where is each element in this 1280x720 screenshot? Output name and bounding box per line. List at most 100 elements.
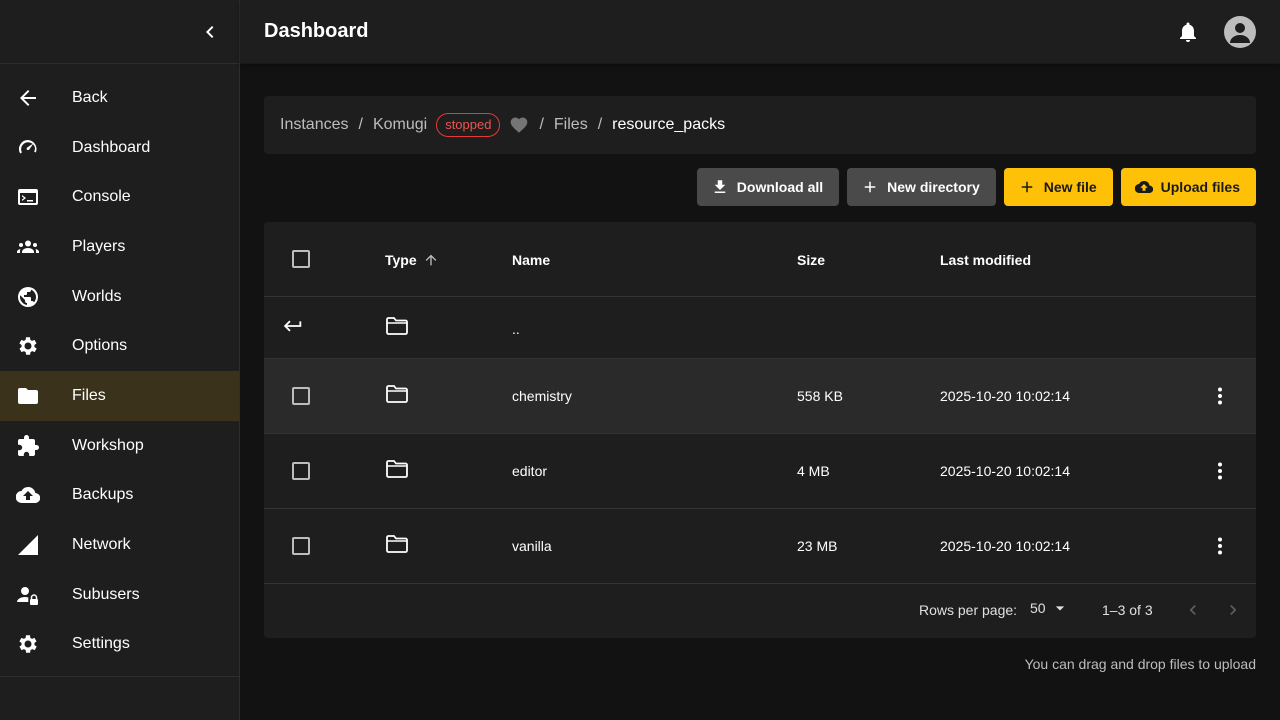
signal-icon [16, 533, 40, 557]
column-header-name[interactable]: Name [512, 252, 550, 268]
table-row[interactable]: editor 4 MB 2025-10-20 10:02:14 [264, 434, 1256, 509]
bell-icon [1180, 22, 1196, 42]
file-name: .. [512, 321, 520, 337]
table-row[interactable]: chemistry 558 KB 2025-10-20 10:02:14 [264, 359, 1256, 434]
file-size: 4 MB [797, 463, 830, 479]
sidebar-item-options[interactable]: Options [0, 321, 239, 371]
chevron-left-icon [1189, 605, 1196, 615]
breadcrumb-files[interactable]: Files [554, 116, 588, 134]
table-pagination: Rows per page: 50 1–3 of 3 [264, 584, 1256, 636]
arrow-up-icon [425, 254, 436, 266]
sidebar-item-dashboard[interactable]: Dashboard [0, 123, 239, 173]
previous-page-button[interactable] [1181, 598, 1205, 622]
page-title: Dashboard [264, 20, 369, 42]
chevron-left-icon [206, 26, 214, 38]
favorite-button[interactable] [509, 115, 529, 135]
folder-icon [16, 384, 40, 408]
sidebar-item-label: Back [72, 88, 108, 106]
sidebar: Back Dashboard Console Players Worlds Op… [0, 0, 240, 720]
sidebar-item-subusers[interactable]: Subusers [0, 570, 239, 620]
person-lock-icon [16, 583, 40, 607]
file-name: editor [512, 463, 548, 479]
sidebar-nav: Back Dashboard Console Players Worlds Op… [0, 73, 239, 669]
sidebar-item-back[interactable]: Back [0, 73, 239, 123]
gear-icon [16, 632, 40, 656]
sidebar-item-network[interactable]: Network [0, 520, 239, 570]
sidebar-item-players[interactable]: Players [0, 222, 239, 272]
breadcrumb-current: resource_packs [612, 116, 726, 133]
breadcrumb-separator: / [358, 116, 363, 133]
sidebar-divider [0, 676, 239, 677]
row-checkbox[interactable] [292, 537, 310, 555]
rows-per-page-label: Rows per page: [919, 602, 1018, 618]
sidebar-item-label: Options [72, 337, 128, 355]
breadcrumb-instances[interactable]: Instances [280, 116, 348, 134]
sidebar-item-label: Worlds [72, 287, 122, 305]
file-actions: Download all New directory New file Uplo… [696, 168, 1256, 206]
file-name: vanilla [512, 538, 552, 554]
app-bar: Dashboard [240, 0, 1280, 64]
sidebar-item-backups[interactable]: Backups [0, 471, 239, 521]
row-menu-button[interactable] [1208, 459, 1232, 483]
sidebar-item-workshop[interactable]: Workshop [0, 421, 239, 471]
folder-icon [386, 385, 408, 403]
new-file-button[interactable]: New file [1003, 168, 1113, 206]
column-header-size[interactable]: Size [797, 252, 825, 268]
rows-per-page-select[interactable]: 50 [1030, 598, 1070, 618]
sidebar-item-label: Network [72, 536, 131, 554]
breadcrumb-separator: / [539, 116, 544, 133]
puzzle-icon [16, 434, 40, 458]
heart-icon [511, 117, 528, 133]
breadcrumb-separator: / [597, 116, 603, 133]
row-menu-button[interactable] [1208, 384, 1232, 408]
sidebar-item-label: Subusers [72, 585, 140, 603]
sidebar-item-files[interactable]: Files [0, 371, 239, 421]
upload-files-label: Upload files [1160, 179, 1240, 195]
file-modified: 2025-10-20 10:02:14 [940, 388, 1070, 404]
more-vertical-icon [1218, 387, 1222, 405]
sidebar-item-label: Dashboard [72, 138, 151, 156]
notifications-button[interactable] [1176, 20, 1200, 44]
collapse-sidebar-button[interactable] [198, 20, 222, 44]
breadcrumb: Instances / Komugi stopped / Files / res… [264, 96, 1256, 154]
next-page-button[interactable] [1221, 598, 1245, 622]
new-directory-button[interactable]: New directory [847, 168, 996, 206]
sidebar-item-label: Players [72, 237, 126, 255]
chevron-right-icon [1230, 605, 1237, 615]
plus-icon [861, 178, 879, 196]
avatar[interactable] [1224, 16, 1256, 48]
breadcrumb-server[interactable]: Komugi [373, 116, 427, 134]
download-all-label: Download all [736, 179, 824, 195]
sidebar-item-console[interactable]: Console [0, 172, 239, 222]
sidebar-header [0, 0, 239, 64]
parent-directory-row[interactable]: .. [264, 297, 1256, 359]
file-size: 558 KB [797, 388, 843, 404]
folder-icon [386, 317, 408, 335]
file-size: 23 MB [797, 538, 838, 554]
sidebar-item-worlds[interactable]: Worlds [0, 272, 239, 322]
more-vertical-icon [1218, 537, 1222, 555]
row-checkbox[interactable] [292, 387, 310, 405]
terminal-icon [16, 185, 40, 209]
sidebar-item-label: Console [72, 188, 131, 206]
download-all-button[interactable]: Download all [696, 168, 840, 206]
cloud-upload-icon [16, 483, 40, 507]
group-icon [16, 235, 40, 259]
row-menu-button[interactable] [1208, 534, 1232, 558]
files-table: Type Name Size Last modified .. chemistr… [264, 222, 1256, 638]
sidebar-item-label: Workshop [72, 436, 144, 454]
sidebar-item-settings[interactable]: Settings [0, 620, 239, 670]
cloud-upload-icon [1134, 178, 1153, 196]
column-header-type[interactable]: Type [385, 252, 439, 268]
pagination-range: 1–3 of 3 [1102, 602, 1153, 618]
arrow-left-icon [16, 86, 40, 110]
select-all-checkbox[interactable] [292, 250, 310, 268]
column-header-modified[interactable]: Last modified [940, 252, 1031, 268]
table-row[interactable]: vanilla 23 MB 2025-10-20 10:02:14 [264, 509, 1256, 584]
more-vertical-icon [1218, 462, 1222, 480]
file-modified: 2025-10-20 10:02:14 [940, 538, 1070, 554]
row-checkbox[interactable] [292, 462, 310, 480]
download-icon [711, 178, 729, 196]
upload-files-button[interactable]: Upload files [1120, 168, 1256, 206]
gear-icon [16, 334, 40, 358]
